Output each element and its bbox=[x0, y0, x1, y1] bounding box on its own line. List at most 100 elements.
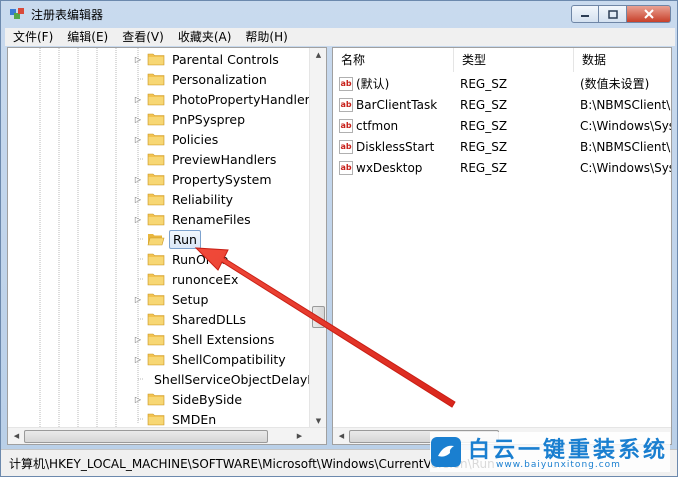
scroll-down-icon[interactable]: ▼ bbox=[310, 414, 326, 428]
folder-icon bbox=[147, 213, 165, 226]
watermark-logo: 白云一键重装系统 www.baiyunxitong.com bbox=[430, 432, 670, 472]
value-name: wxDesktop bbox=[356, 160, 423, 175]
tree-item[interactable]: ▷ Setup bbox=[133, 289, 313, 309]
expand-arrow-icon[interactable]: ▷ bbox=[133, 389, 143, 409]
tree-horizontal-scrollbar[interactable]: ◀ ▶ bbox=[8, 427, 326, 444]
tree-item[interactable]: ▷ SideBySide bbox=[133, 389, 313, 409]
watermark-url: www.baiyunxitong.com bbox=[496, 460, 621, 470]
value-row[interactable]: ab wxDesktop REG_SZ C:\Windows\Sys bbox=[333, 157, 671, 178]
tree-item-label: PreviewHandlers bbox=[172, 151, 277, 167]
tree-item[interactable]: ▷ Reliability bbox=[133, 189, 313, 209]
tree-item[interactable]: runonceEx bbox=[133, 269, 313, 289]
menu-file[interactable]: 文件(F) bbox=[5, 28, 59, 46]
tree-item[interactable]: ▷ PropertySystem bbox=[133, 169, 313, 189]
tree-item[interactable]: PreviewHandlers bbox=[133, 149, 313, 169]
folder-icon bbox=[147, 273, 165, 286]
folder-icon bbox=[147, 193, 165, 206]
folder-icon bbox=[147, 53, 165, 66]
expand-arrow-icon[interactable]: ▷ bbox=[133, 289, 143, 309]
tree-horizontal-scroll-thumb[interactable] bbox=[24, 430, 268, 443]
tree-item[interactable]: SMDEn bbox=[133, 409, 313, 429]
value-name-cell: ab wxDesktop bbox=[333, 160, 454, 175]
tree-item-label: RunOnce bbox=[172, 251, 229, 267]
expand-arrow-icon[interactable]: ▷ bbox=[133, 349, 143, 369]
key-tree-pane: ▷ Parental Controls Personalization ▷ PhotoP… bbox=[7, 47, 327, 445]
minimize-button[interactable] bbox=[571, 5, 599, 23]
tree-item-label: Shell Extensions bbox=[172, 331, 275, 347]
expand-arrow-icon[interactable]: ▷ bbox=[133, 329, 143, 349]
value-name-cell: ab (默认) bbox=[333, 75, 454, 92]
menu-favorites[interactable]: 收藏夹(A) bbox=[170, 28, 238, 46]
expand-arrow-icon[interactable]: ▷ bbox=[133, 129, 143, 149]
value-name: (默认) bbox=[356, 77, 390, 91]
value-name: DisklessStart bbox=[356, 139, 435, 154]
tree-item[interactable]: RunOnce bbox=[133, 249, 313, 269]
list-header: 名称 类型 数据 bbox=[333, 48, 671, 72]
tree-item-label: SMDEn bbox=[172, 411, 217, 427]
tree-connector bbox=[133, 249, 143, 269]
value-row[interactable]: ab DisklessStart REG_SZ B:\NBMSClient\ bbox=[333, 136, 671, 157]
tree-item-label: RenameFiles bbox=[172, 211, 251, 227]
value-row[interactable]: ab (默认) REG_SZ (数值未设置) bbox=[333, 73, 671, 94]
tree-item[interactable]: ▷ Policies bbox=[133, 129, 313, 149]
menu-view[interactable]: 查看(V) bbox=[114, 28, 170, 46]
value-type-cell: REG_SZ bbox=[460, 118, 508, 133]
value-row[interactable]: ab BarClientTask REG_SZ B:\NBMSClient\ bbox=[333, 94, 671, 115]
tree-connector bbox=[133, 409, 143, 429]
scroll-right-icon[interactable]: ▶ bbox=[291, 429, 308, 443]
string-value-icon: ab bbox=[339, 160, 353, 175]
value-type-cell: REG_SZ bbox=[460, 160, 508, 175]
scroll-up-icon[interactable]: ▲ bbox=[310, 48, 326, 62]
tree-item[interactable]: ShellServiceObjectDelayL bbox=[133, 369, 314, 389]
column-name-header[interactable]: 名称 bbox=[333, 48, 454, 72]
tree-item[interactable]: ▷ RenameFiles bbox=[133, 209, 313, 229]
value-data-cell: B:\NBMSClient\ bbox=[580, 97, 671, 112]
tree-connector bbox=[133, 69, 143, 89]
menu-edit[interactable]: 编辑(E) bbox=[59, 28, 114, 46]
tree-vertical-scrollbar[interactable]: ▲ ▼ bbox=[309, 48, 326, 428]
maximize-button[interactable] bbox=[599, 5, 627, 23]
folder-icon bbox=[147, 313, 165, 326]
tree-item-label: SharedDLLs bbox=[172, 311, 247, 327]
tree-item-label: ShellCompatibility bbox=[172, 351, 286, 367]
tree-item[interactable]: ▷ Parental Controls bbox=[133, 49, 313, 69]
folder-icon bbox=[147, 73, 165, 86]
scroll-left-icon[interactable]: ◀ bbox=[333, 429, 350, 443]
value-row[interactable]: ab ctfmon REG_SZ C:\Windows\Sys bbox=[333, 115, 671, 136]
expand-arrow-icon[interactable]: ▷ bbox=[133, 109, 143, 129]
menu-help[interactable]: 帮助(H) bbox=[237, 28, 293, 46]
string-value-icon: ab bbox=[339, 139, 353, 154]
folder-icon bbox=[147, 113, 165, 126]
expand-arrow-icon[interactable]: ▷ bbox=[133, 209, 143, 229]
scroll-left-icon[interactable]: ◀ bbox=[8, 429, 25, 443]
tree-item-label: Run bbox=[169, 229, 201, 249]
close-button[interactable] bbox=[627, 5, 671, 23]
expand-arrow-icon[interactable]: ▷ bbox=[133, 49, 143, 69]
folder-icon bbox=[147, 253, 165, 266]
column-type-header[interactable]: 类型 bbox=[454, 48, 574, 72]
tree-item[interactable]: ▷ PnPSysprep bbox=[133, 109, 313, 129]
tree-guide-lines bbox=[39, 48, 139, 428]
tree-item-label: runonceEx bbox=[172, 271, 239, 287]
expand-arrow-icon[interactable]: ▷ bbox=[133, 189, 143, 209]
tree-item[interactable]: ▷ ShellCompatibility bbox=[133, 349, 313, 369]
folder-icon bbox=[147, 93, 165, 106]
title-bar[interactable]: 注册表编辑器 bbox=[1, 1, 677, 27]
tree-vertical-scroll-thumb[interactable] bbox=[312, 306, 325, 328]
tree-item[interactable]: Personalization bbox=[133, 69, 313, 89]
tree-item-label: Parental Controls bbox=[172, 51, 279, 67]
folder-icon bbox=[147, 173, 165, 186]
tree-item[interactable]: SharedDLLs bbox=[133, 309, 313, 329]
tree-item[interactable]: ▷ Shell Extensions bbox=[133, 329, 313, 349]
value-type-cell: REG_SZ bbox=[460, 97, 508, 112]
string-value-icon: ab bbox=[339, 118, 353, 133]
tree-item[interactable]: ▷ PhotoPropertyHandler bbox=[133, 89, 313, 109]
expand-arrow-icon[interactable]: ▷ bbox=[133, 89, 143, 109]
tree-item-label: SideBySide bbox=[172, 391, 243, 407]
expand-arrow-icon[interactable]: ▷ bbox=[133, 169, 143, 189]
close-icon bbox=[643, 9, 654, 19]
column-data-header[interactable]: 数据 bbox=[574, 48, 671, 72]
tree-item[interactable]: Run bbox=[133, 229, 313, 249]
value-data-cell: (数值未设置) bbox=[580, 77, 650, 91]
string-value-icon: ab bbox=[339, 97, 353, 112]
